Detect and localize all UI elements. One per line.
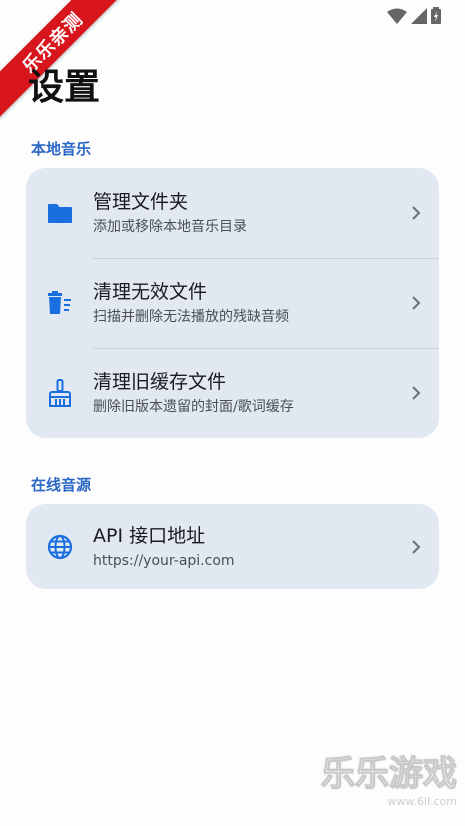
local-music-card: 管理文件夹 添加或移除本地音乐目录 清理无效文件 扫描并删除无法播放的残缺音频 [26, 168, 439, 438]
section-label-online-source: 在线音源 [31, 476, 92, 494]
row-subtitle: 删除旧版本遗留的封面/歌词缓存 [93, 399, 294, 415]
row-title: 管理文件夹 [93, 191, 189, 213]
manage-folders-row[interactable]: 管理文件夹 添加或移除本地音乐目录 [26, 168, 439, 258]
chevron-right-icon [412, 539, 421, 554]
chevron-right-icon [412, 386, 421, 400]
broom-icon [48, 379, 71, 407]
status-icons [387, 7, 441, 24]
signal-icon [411, 7, 427, 24]
globe-icon [47, 534, 72, 559]
chevron-right-icon [412, 206, 421, 220]
trash-list-icon [47, 291, 71, 314]
clean-old-cache-row[interactable]: 清理旧缓存文件 删除旧版本遗留的封面/歌词缓存 [26, 348, 439, 438]
section-label-local-music: 本地音乐 [31, 140, 92, 158]
folder-icon [47, 204, 72, 223]
clean-invalid-files-row[interactable]: 清理无效文件 扫描并删除无法播放的残缺音频 [26, 258, 439, 348]
row-title: 清理旧缓存文件 [93, 371, 227, 393]
watermark-logo: 乐乐游戏 www.6ll.com [321, 746, 458, 809]
row-title: 清理无效文件 [93, 281, 208, 303]
page-title: 设置 [28, 67, 101, 108]
row-subtitle: https://your-api.com [93, 552, 235, 569]
battery-icon [431, 7, 441, 24]
chevron-right-icon [412, 296, 421, 310]
api-address-row[interactable]: API 接口地址 https://your-api.com [26, 504, 439, 589]
row-subtitle: 扫描并删除无法播放的残缺音频 [93, 309, 289, 325]
wifi-icon [387, 8, 407, 24]
watermark-logo-text: 乐乐游戏 [321, 754, 458, 795]
row-title: API 接口地址 [93, 524, 206, 547]
watermark-url: www.6ll.com [387, 795, 457, 808]
row-subtitle: 添加或移除本地音乐目录 [93, 219, 247, 235]
online-source-card: API 接口地址 https://your-api.com [26, 504, 439, 589]
